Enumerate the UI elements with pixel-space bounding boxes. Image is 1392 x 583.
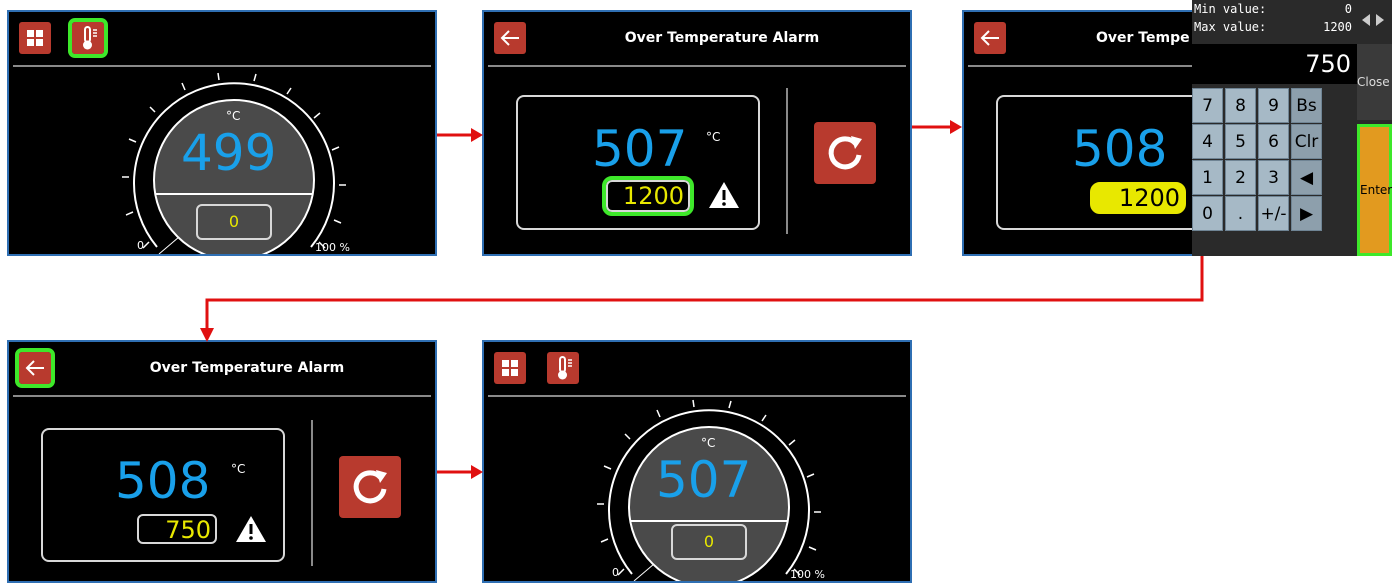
gauge-unit: °C bbox=[226, 109, 241, 123]
temperature-unit: °C bbox=[706, 130, 721, 144]
screen-title: Over Temperature Alarm bbox=[149, 360, 345, 376]
min-value-label: Min value: bbox=[1194, 2, 1267, 16]
header-divider bbox=[13, 395, 431, 397]
warning-icon bbox=[709, 182, 739, 208]
gauge-value: 507 bbox=[656, 451, 752, 509]
current-temperature: 508 bbox=[115, 452, 211, 510]
current-temperature: 507 bbox=[592, 120, 688, 178]
key-clear[interactable]: Clr bbox=[1291, 124, 1322, 159]
key-8[interactable]: 8 bbox=[1225, 88, 1256, 123]
alarm-setpoint-field[interactable]: 1200 bbox=[1090, 182, 1186, 214]
screen-home-after: °C 507 0 0 100 % bbox=[482, 340, 912, 583]
flow-arrow-2 bbox=[912, 120, 962, 134]
gauge-max-label: 100 % bbox=[315, 241, 350, 254]
gauge-min-label: 0 bbox=[612, 566, 619, 579]
gauge-setpoint-box[interactable]: 0 bbox=[671, 524, 747, 560]
gauge-max-label: 100 % bbox=[790, 568, 825, 581]
current-temperature: 508 bbox=[1072, 120, 1168, 178]
min-value: 0 bbox=[1344, 2, 1352, 16]
header-divider bbox=[488, 65, 906, 67]
key-right-arrow[interactable]: ▶ bbox=[1291, 196, 1322, 231]
key-decimal[interactable]: . bbox=[1225, 196, 1256, 231]
key-4[interactable]: 4 bbox=[1192, 124, 1223, 159]
alarm-setpoint-field[interactable]: 750 bbox=[137, 514, 217, 544]
thermometer-button[interactable] bbox=[68, 18, 108, 58]
back-button[interactable] bbox=[974, 22, 1006, 54]
key-3[interactable]: 3 bbox=[1258, 160, 1289, 195]
alarm-setpoint-field[interactable]: 1200 bbox=[602, 176, 694, 216]
thermometer-icon bbox=[83, 26, 97, 50]
key-0[interactable]: 0 bbox=[1192, 196, 1223, 231]
warning-icon bbox=[236, 516, 266, 542]
key-plus-minus[interactable]: +/- bbox=[1258, 196, 1289, 231]
key-2[interactable]: 2 bbox=[1225, 160, 1256, 195]
screen-home-before: °C 499 0 0 100 % bbox=[7, 10, 437, 256]
reset-icon bbox=[828, 136, 862, 170]
key-1[interactable]: 1 bbox=[1192, 160, 1223, 195]
header-divider bbox=[13, 65, 431, 67]
back-arrow-icon bbox=[980, 30, 999, 46]
screen-alarm-edit: Over Temperature Alarm 507 °C 1200 bbox=[482, 10, 912, 256]
key-5[interactable]: 5 bbox=[1225, 124, 1256, 159]
menu-grid-button[interactable] bbox=[19, 22, 51, 54]
back-button[interactable] bbox=[15, 348, 55, 388]
menu-grid-button[interactable] bbox=[494, 352, 526, 384]
screen-alarm-after: Over Temperature Alarm 508 °C 750 bbox=[7, 340, 437, 583]
flow-arrow-4 bbox=[437, 465, 483, 479]
vertical-divider bbox=[786, 88, 788, 234]
thermometer-icon bbox=[558, 356, 572, 380]
keypad-enter-button[interactable]: Enter bbox=[1357, 124, 1392, 256]
max-value-label: Max value: bbox=[1194, 20, 1267, 34]
key-backspace[interactable]: Bs bbox=[1291, 88, 1322, 123]
thermometer-button[interactable] bbox=[547, 352, 579, 384]
drag-arrows-icon[interactable] bbox=[1362, 12, 1384, 28]
back-button[interactable] bbox=[494, 22, 526, 54]
key-9[interactable]: 9 bbox=[1258, 88, 1289, 123]
gauge-unit: °C bbox=[701, 436, 716, 450]
reset-button[interactable] bbox=[814, 122, 876, 184]
back-arrow-icon bbox=[500, 30, 519, 46]
max-value: 1200 bbox=[1323, 20, 1352, 34]
key-left-arrow[interactable]: ◀ bbox=[1291, 160, 1322, 195]
reset-button[interactable] bbox=[339, 456, 401, 518]
key-6[interactable]: 6 bbox=[1258, 124, 1289, 159]
numeric-keypad: Min value: 0 Max value: 1200 750 7 8 9 B… bbox=[1192, 0, 1392, 256]
back-arrow-icon bbox=[25, 360, 44, 376]
grid-icon bbox=[27, 30, 43, 46]
gauge-value: 499 bbox=[181, 124, 277, 182]
temperature-unit: °C bbox=[231, 462, 246, 476]
keypad-display: 750 bbox=[1192, 44, 1357, 84]
key-7[interactable]: 7 bbox=[1192, 88, 1223, 123]
gauge-setpoint-box[interactable]: 0 bbox=[196, 204, 272, 240]
keypad-close-button[interactable]: Close bbox=[1357, 44, 1392, 120]
screen-title: Over Temperature Alarm bbox=[624, 30, 820, 46]
flow-arrow-1 bbox=[437, 128, 483, 142]
reset-icon bbox=[353, 470, 387, 504]
grid-icon bbox=[502, 360, 518, 376]
screen-title: Over Tempe bbox=[1096, 30, 1190, 46]
flow-arrow-3 bbox=[200, 256, 1204, 342]
gauge-min-label: 0 bbox=[137, 239, 144, 252]
vertical-divider bbox=[311, 420, 313, 566]
header-divider bbox=[488, 395, 906, 397]
